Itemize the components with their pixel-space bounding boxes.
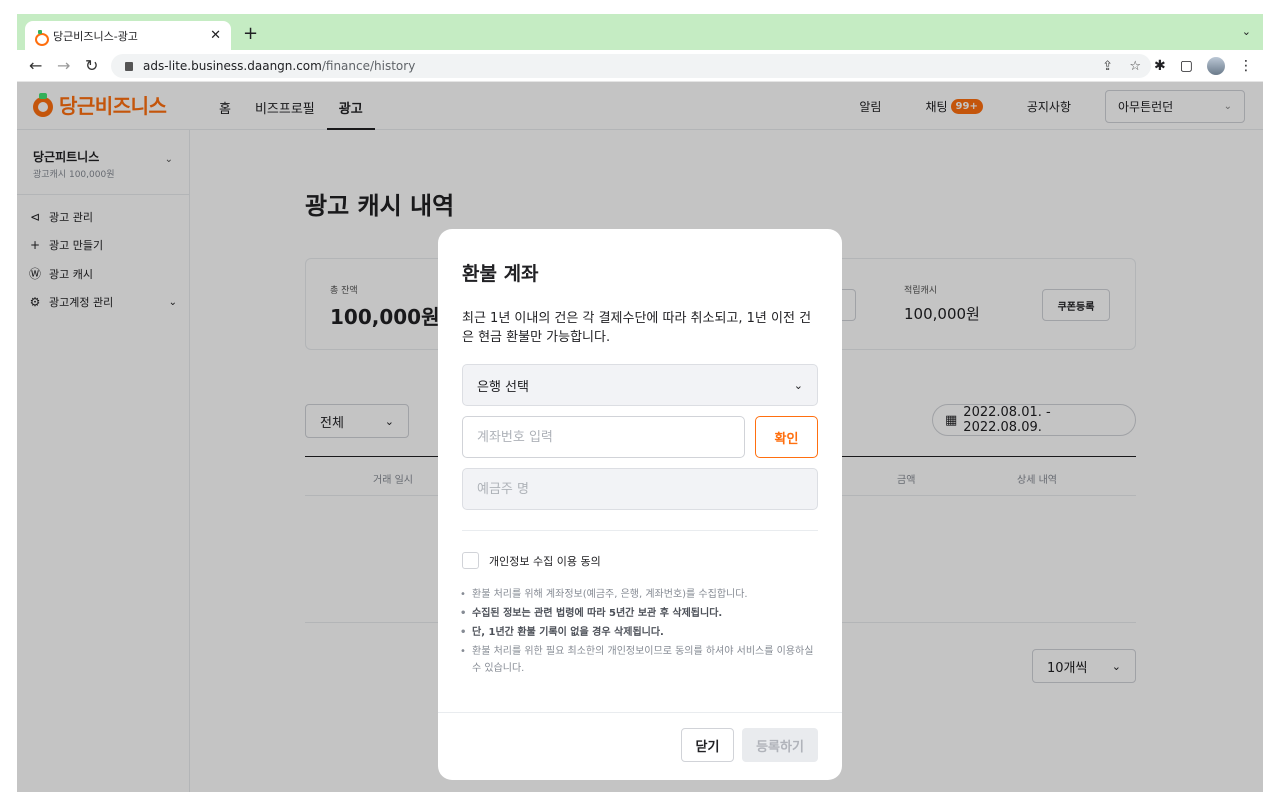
extensions-icon[interactable]: ✱ [1154,58,1166,74]
consent-checkbox-row[interactable]: 개인정보 수집 이용 동의 [462,552,601,569]
modal-description: 최근 1년 이내의 건은 각 결제수단에 따라 취소되고, 1년 이전 건은 현… [462,311,812,345]
tab-title: 당근비즈니스-광고 [53,29,138,43]
chevron-down-icon: ⌄ [793,378,803,392]
url-path: /finance/history [321,59,416,73]
url-host: ads-lite.business.daangn.com [143,59,322,73]
browser-menu-icon[interactable]: ⋮ [1239,58,1253,74]
modal-title: 환불 계좌 [462,263,539,285]
privacy-note: 단, 1년간 환불 기록이 없을 경우 삭제됩니다. [460,624,822,641]
forward-icon[interactable]: → [57,56,70,75]
carrot-favicon-icon [35,29,49,46]
register-button[interactable]: 등록하기 [742,728,818,762]
tab-search-icon[interactable]: ⌄ [1242,25,1251,38]
privacy-note: 수집된 정보는 관련 법령에 따라 5년간 보관 후 삭제됩니다. [460,605,822,622]
bookmark-star-icon[interactable]: ☆ [1129,59,1141,74]
back-icon[interactable]: ← [29,56,42,75]
address-bar[interactable]: ads-lite.business.daangn.com/finance/his… [111,54,1151,78]
modal-backdrop[interactable]: 환불 계좌 최근 1년 이내의 건은 각 결제수단에 따라 취소되고, 1년 이… [17,82,1263,792]
share-icon[interactable]: ⇪ [1102,59,1113,74]
privacy-note: 환불 처리를 위해 계좌정보(예금주, 은행, 계좌번호)를 수집합니다. [460,586,822,603]
consent-checkbox[interactable] [462,552,479,569]
refund-account-modal: 환불 계좌 최근 1년 이내의 건은 각 결제수단에 따라 취소되고, 1년 이… [438,229,842,780]
bank-select-value: 은행 선택 [477,379,529,395]
side-panel-icon[interactable]: ▢ [1180,58,1193,74]
browser-tab[interactable]: 당근비즈니스-광고 ✕ [25,21,231,50]
divider [462,530,818,531]
profile-avatar[interactable] [1207,57,1225,75]
privacy-notes: 환불 처리를 위해 계좌정보(예금주, 은행, 계좌번호)를 수집합니다. 수집… [460,586,822,679]
confirm-button[interactable]: 확인 [755,416,818,458]
privacy-note: 환불 처리를 위한 필요 최소한의 개인정보이므로 동의를 하셔야 서비스를 이… [460,643,822,677]
consent-label: 개인정보 수집 이용 동의 [489,554,601,568]
reload-icon[interactable]: ↻ [85,56,98,75]
close-button[interactable]: 닫기 [681,728,734,762]
bank-select[interactable]: 은행 선택 ⌄ [462,364,818,406]
browser-toolbar: ← → ↻ ads-lite.business.daangn.com/finan… [17,50,1263,82]
browser-window: 당근비즈니스-광고 ✕ + ⌄ ← → ↻ ads-lite.business.… [17,14,1263,792]
account-holder-input[interactable] [462,468,818,510]
modal-footer-divider [438,712,842,713]
tab-strip: 당근비즈니스-광고 ✕ + ⌄ [17,14,1263,50]
new-tab-icon[interactable]: + [243,23,258,44]
close-tab-icon[interactable]: ✕ [210,28,221,43]
account-number-input[interactable] [462,416,745,458]
lock-icon [125,61,133,71]
